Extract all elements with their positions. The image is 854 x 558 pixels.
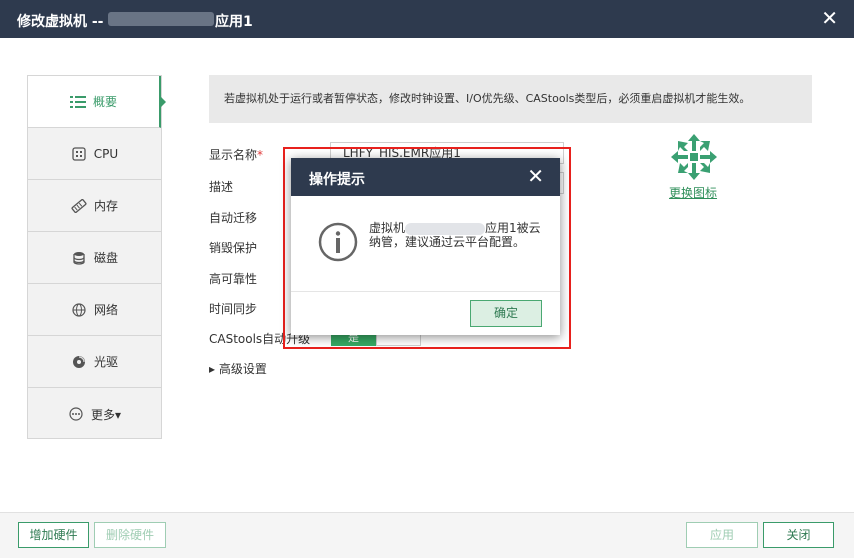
info-icon — [318, 222, 358, 262]
sidebar-item-cpu[interactable]: CPU — [28, 128, 161, 180]
sidebar-item-label: 概要 — [92, 95, 117, 109]
sidebar-item-network[interactable]: 网络 — [28, 284, 161, 336]
sidebar-item-label: CPU — [93, 146, 119, 161]
display-name-label: 显示名称* — [209, 146, 263, 163]
redacted-text — [108, 12, 214, 26]
more-icon — [68, 407, 84, 421]
restart-notice: 若虚拟机处于运行或者暂停状态，修改时钟设置、I/O优先级、CAStools类型后… — [209, 75, 812, 123]
dialog-footer: 增加硬件 删除硬件 应用 关闭 — [0, 512, 854, 558]
modal-close-icon[interactable]: ✕ — [527, 164, 544, 188]
window-titlebar: 修改虚拟机 -- 应用1 ✕ — [0, 0, 854, 38]
remove-hardware-button[interactable]: 删除硬件 — [94, 522, 166, 548]
globe-icon — [71, 302, 87, 317]
modal-title: 操作提示 — [309, 172, 365, 188]
display-name-label-text: 显示名称 — [209, 148, 258, 162]
active-indicator — [161, 97, 166, 107]
modal-message-prefix: 虚拟机 — [369, 221, 406, 235]
modal-message: 虚拟机 应用1被云纳管，建议通过云平台配置。 — [369, 221, 541, 249]
confirm-button[interactable]: 确定 — [470, 300, 542, 327]
high-availability-label: 高可靠性 — [209, 272, 258, 286]
redacted-text — [405, 222, 486, 235]
description-label: 描述 — [209, 180, 234, 194]
add-hardware-button[interactable]: 增加硬件 — [18, 522, 89, 548]
sidebar-item-label: 光驱 — [93, 355, 118, 369]
sidebar-item-label: 网络 — [93, 303, 118, 317]
time-sync-label: 时间同步 — [209, 302, 258, 316]
close-button[interactable]: 关闭 — [763, 522, 834, 548]
memory-icon — [71, 198, 87, 213]
cpu-icon — [71, 146, 87, 161]
advanced-settings-toggle[interactable]: ▸ 高级设置 — [209, 360, 267, 377]
cdrom-icon — [71, 355, 87, 369]
sidebar-item-label: 内存 — [93, 199, 118, 213]
modal-divider — [291, 291, 560, 292]
vm-logo-icon — [671, 134, 717, 180]
auto-migrate-label: 自动迁移 — [209, 211, 258, 225]
sidebar-item-memory[interactable]: 内存 — [28, 180, 161, 232]
modal-header: 操作提示 ✕ — [291, 158, 560, 196]
list-icon — [69, 95, 86, 109]
sidebar-nav: 概要 CPU 内存 磁盘 网络 光驱 更多▾ — [27, 75, 162, 439]
sidebar-item-label: 更多▾ — [90, 407, 122, 422]
apply-button[interactable]: 应用 — [686, 522, 758, 548]
sidebar-item-cdrom[interactable]: 光驱 — [28, 336, 161, 388]
sidebar-item-more[interactable]: 更多▾ — [28, 388, 161, 440]
destroy-protect-label: 销毁保护 — [209, 241, 258, 255]
close-icon[interactable]: ✕ — [821, 6, 838, 30]
operation-tip-modal: 操作提示 ✕ 虚拟机 应用1被云纳管，建议通过云平台配置。 确定 — [291, 158, 560, 335]
window-title: 修改虚拟机 -- — [17, 14, 104, 30]
change-icon-link[interactable]: 更换图标 — [669, 184, 717, 201]
window-title-suffix: 应用1 — [215, 14, 253, 30]
required-mark: * — [257, 148, 264, 162]
disk-icon — [71, 251, 87, 265]
sidebar-item-disk[interactable]: 磁盘 — [28, 232, 161, 284]
sidebar-item-overview[interactable]: 概要 — [28, 76, 161, 128]
sidebar-item-label: 磁盘 — [93, 251, 118, 265]
